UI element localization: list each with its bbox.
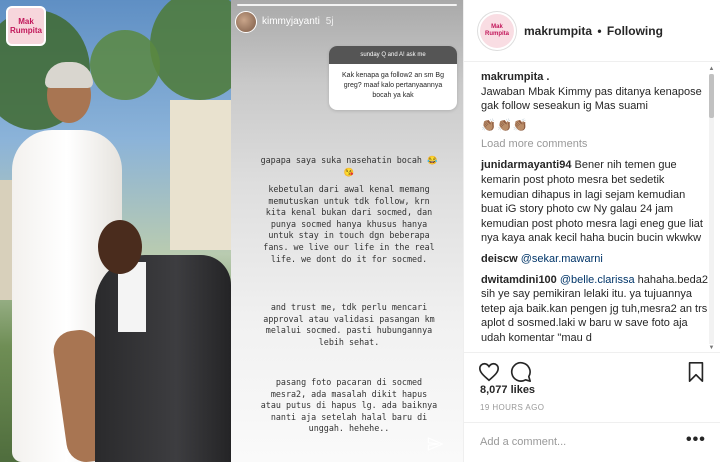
comment-item: dwitamdini100 @belle.clarissa hahaha.bed… bbox=[481, 273, 709, 346]
add-comment-input[interactable]: Add a comment... bbox=[480, 436, 566, 448]
add-comment-bar: Add a comment... ••• bbox=[463, 422, 720, 462]
comment-username[interactable]: deiscw bbox=[481, 253, 518, 265]
comment-username[interactable]: dwitamdini100 bbox=[481, 274, 557, 286]
post-timestamp: 19 HOURS AGO bbox=[480, 403, 545, 412]
man-head bbox=[98, 220, 142, 274]
caption-emoji: 👏🏽👏🏽👏🏽 bbox=[481, 117, 529, 132]
comments-scrollbar[interactable]: ▲ ▼ bbox=[707, 66, 716, 352]
account-name[interactable]: makrumpita bbox=[524, 24, 592, 38]
following-button[interactable]: Following bbox=[607, 24, 663, 38]
watermark-logo: Mak Rumpita bbox=[6, 6, 46, 46]
account-avatar[interactable]: Mak Rumpita bbox=[478, 12, 516, 50]
comment-text: Bener nih temen gue kemarin post photo m… bbox=[481, 159, 703, 245]
more-options-icon[interactable]: ••• bbox=[686, 431, 706, 449]
comment-mention[interactable]: @belle.clarissa bbox=[560, 274, 635, 286]
comment-username[interactable]: junidarmayanti94 bbox=[481, 159, 571, 171]
story-answer-2: kebetulan dari awal kenal memang memutus… bbox=[263, 184, 435, 264]
post-header: Mak Rumpita makrumpita • Following bbox=[464, 0, 720, 62]
story-time: 5j bbox=[325, 16, 334, 27]
story-progress-bar bbox=[237, 4, 457, 6]
load-more-comments[interactable]: Load more comments bbox=[481, 138, 709, 150]
story-answer-4: pasang foto pacaran di socmed mesra2, ad… bbox=[260, 377, 438, 434]
separator-dot: • bbox=[597, 24, 602, 38]
question-sticker: sunday Q and A! ask me Kak kenapa ga fol… bbox=[329, 46, 457, 110]
story-avatar bbox=[235, 11, 257, 33]
story-username: kimmyjayanti 5j bbox=[262, 16, 334, 27]
story-screenshot: kimmyjayanti 5j sunday Q and A! ask me Ka… bbox=[231, 0, 463, 462]
comment-mention[interactable]: @sekar.mawarni bbox=[521, 253, 603, 265]
likes-count[interactable]: 8,077 likes bbox=[480, 384, 535, 396]
comment-item: deiscw @sekar.mawarni bbox=[481, 252, 709, 267]
scroll-thumb[interactable] bbox=[709, 74, 714, 118]
heart-icon[interactable] bbox=[478, 361, 500, 383]
black-suit bbox=[95, 255, 231, 462]
comments-list: makrumpita . Jawaban Mbak Kimmy pas dita… bbox=[464, 62, 709, 352]
comment-item: junidarmayanti94 Bener nih temen gue kem… bbox=[481, 158, 709, 246]
caption-username[interactable]: makrumpita . bbox=[481, 70, 709, 85]
send-icon bbox=[427, 437, 443, 451]
scroll-down-arrow[interactable]: ▼ bbox=[707, 345, 716, 352]
question-header: sunday Q and A! ask me bbox=[329, 46, 457, 64]
story-answer-1: gapapa saya suka nasehatin bocah 😂😘 bbox=[260, 155, 438, 177]
scroll-up-arrow[interactable]: ▲ bbox=[707, 66, 716, 73]
question-text: Kak kenapa ga follow2 an sm Bg greg? maa… bbox=[342, 72, 444, 99]
caption-text: Jawaban Mbak Kimmy pas ditanya kenapose … bbox=[481, 85, 702, 113]
bookmark-icon[interactable] bbox=[685, 361, 707, 383]
caption: makrumpita . Jawaban Mbak Kimmy pas dita… bbox=[481, 70, 709, 132]
post-photo: Mak Rumpita bbox=[0, 0, 231, 462]
comment-icon[interactable] bbox=[510, 361, 532, 383]
story-answer-3: and trust me, tdk perlu mencari approval… bbox=[263, 302, 435, 347]
